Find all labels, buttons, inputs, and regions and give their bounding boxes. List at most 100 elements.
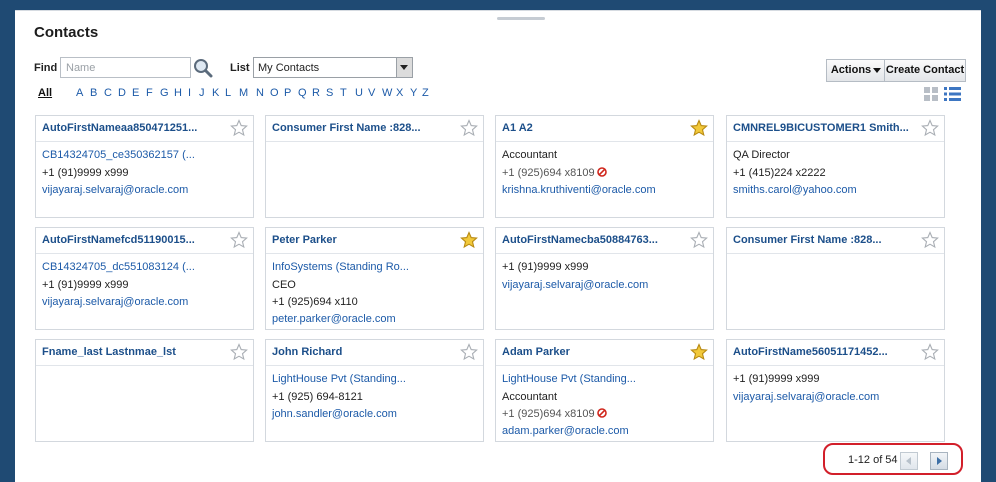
contact-detail-link[interactable]: adam.parker@oracle.com — [502, 425, 629, 437]
contact-detail-link[interactable]: InfoSystems (Standing Ro... — [272, 261, 409, 273]
alphabet-filter-z[interactable]: Z — [422, 87, 429, 99]
contact-detail-value: +1 (91)9999 x999 — [42, 279, 129, 291]
contact-card-header: Peter Parker — [266, 228, 483, 254]
star-filled-icon[interactable] — [460, 231, 478, 249]
contact-detail-value: vijayaraj.selvaraj@oracle.com — [42, 184, 189, 196]
contact-name-link[interactable]: Peter Parker — [272, 234, 452, 246]
star-outline-icon[interactable] — [921, 119, 939, 137]
alphabet-filter-s[interactable]: S — [326, 87, 333, 99]
alphabet-filter-d[interactable]: D — [118, 87, 126, 99]
alphabet-filter-i[interactable]: I — [188, 87, 191, 99]
contact-detail-link[interactable]: peter.parker@oracle.com — [272, 313, 396, 325]
contact-name-link[interactable]: A1 A2 — [502, 122, 682, 134]
alphabet-filter-j[interactable]: J — [199, 87, 205, 99]
alphabet-filter-y[interactable]: Y — [410, 87, 417, 99]
star-filled-icon[interactable] — [690, 343, 708, 361]
alphabet-filter-v[interactable]: V — [368, 87, 375, 99]
contact-detail-text: CEO — [272, 279, 296, 291]
contact-card[interactable]: Consumer First Name :828... — [265, 115, 484, 218]
contact-card[interactable]: Consumer First Name :828... — [726, 227, 945, 330]
alphabet-filter-k[interactable]: K — [212, 87, 219, 99]
contact-detail-link[interactable]: vijayaraj.selvaraj@oracle.com — [733, 391, 879, 403]
alphabet-filter-c[interactable]: C — [104, 87, 112, 99]
list-select[interactable]: My Contacts — [253, 57, 413, 78]
contact-card-header: AutoFirstNamefcd51190015... — [36, 228, 253, 254]
alphabet-filter-h[interactable]: H — [174, 87, 182, 99]
contact-name-link[interactable]: Consumer First Name :828... — [733, 234, 913, 246]
alphabet-filter-x[interactable]: X — [396, 87, 403, 99]
contact-name-link[interactable]: John Richard — [272, 346, 452, 358]
star-outline-icon[interactable] — [921, 343, 939, 361]
panel-drag-handle[interactable] — [497, 17, 545, 20]
contact-detail-link[interactable]: smiths.carol@yahoo.com — [733, 184, 857, 196]
alphabet-filter-m[interactable]: M — [239, 87, 248, 99]
star-outline-icon[interactable] — [460, 119, 478, 137]
alphabet-filter-l[interactable]: L — [225, 87, 231, 99]
alphabet-filter-n[interactable]: N — [256, 87, 264, 99]
alphabet-filter-w[interactable]: W — [382, 87, 392, 99]
contact-detail-text: +1 (925)694 x110 — [272, 296, 358, 308]
alphabet-filter-all[interactable]: All — [38, 87, 52, 99]
dropdown-arrow-icon[interactable] — [396, 58, 412, 77]
contact-card[interactable]: AutoFirstName56051171452... +1 (91)9999 x… — [726, 339, 945, 442]
contact-card-header: A1 A2 — [496, 116, 713, 142]
list-view-icon[interactable] — [944, 87, 961, 101]
contact-detail-link[interactable]: vijayaraj.selvaraj@oracle.com — [42, 184, 188, 196]
alphabet-filter-p[interactable]: P — [284, 87, 291, 99]
contact-detail-link[interactable]: john.sandler@oracle.com — [272, 408, 397, 420]
actions-menu-button[interactable]: Actions — [826, 59, 886, 82]
alphabet-filter-g[interactable]: G — [160, 87, 169, 99]
contact-detail-link[interactable]: LightHouse Pvt (Standing... — [272, 373, 406, 385]
contact-card[interactable]: CMNREL9BICUSTOMER1 Smith... QA Director +1… — [726, 115, 945, 218]
find-name-input[interactable] — [60, 57, 191, 78]
contact-detail-value: LightHouse Pvt (Standing... — [272, 373, 406, 385]
contact-detail-link[interactable]: krishna.kruthiventi@oracle.com — [502, 184, 656, 196]
contact-card[interactable]: Fname_last Lastnmae_lst — [35, 339, 254, 442]
contact-name-link[interactable]: AutoFirstNamecba50884763... — [502, 234, 682, 246]
search-icon[interactable] — [193, 58, 213, 78]
alphabet-filter-u[interactable]: U — [355, 87, 363, 99]
contact-detail-text: Accountant — [502, 391, 557, 403]
contact-card[interactable]: John Richard LightHouse Pvt (Standing... +… — [265, 339, 484, 442]
alphabet-filter-b[interactable]: B — [90, 87, 97, 99]
create-contact-button[interactable]: Create Contact — [884, 59, 966, 82]
contact-name-link[interactable]: Fname_last Lastnmae_lst — [42, 346, 222, 358]
next-page-icon[interactable] — [930, 452, 948, 470]
contact-name-link[interactable]: AutoFirstNameaa850471251... — [42, 122, 222, 134]
contact-card[interactable]: Peter Parker InfoSystems (Standing Ro... C… — [265, 227, 484, 330]
alphabet-filter-o[interactable]: O — [270, 87, 279, 99]
alphabet-filter-t[interactable]: T — [340, 87, 347, 99]
contact-detail-link[interactable]: CB14324705_ce350362157 (... — [42, 149, 195, 161]
contact-name-link[interactable]: AutoFirstName56051171452... — [733, 346, 913, 358]
contact-detail-value: +1 (91)9999 x999 — [42, 167, 129, 179]
contact-card[interactable]: Adam Parker LightHouse Pvt (Standing... Ac… — [495, 339, 714, 442]
contact-detail-link[interactable]: CB14324705_dc551083124 (... — [42, 261, 195, 273]
contact-card[interactable]: A1 A2 Accountant +1 (925)694 x8109 krishna.… — [495, 115, 714, 218]
star-outline-icon[interactable] — [230, 231, 248, 249]
previous-page-icon[interactable] — [900, 452, 918, 470]
star-outline-icon[interactable] — [230, 119, 248, 137]
alphabet-filter-f[interactable]: F — [146, 87, 153, 99]
contact-card[interactable]: AutoFirstNamefcd51190015... CB14324705_dc… — [35, 227, 254, 330]
contact-name-link[interactable]: Consumer First Name :828... — [272, 122, 452, 134]
alphabet-filter-e[interactable]: E — [132, 87, 139, 99]
contact-name-link[interactable]: Adam Parker — [502, 346, 682, 358]
alphabet-filter-a[interactable]: A — [76, 87, 83, 99]
alphabet-filter-r[interactable]: R — [312, 87, 320, 99]
pagination-range: 1-12 of 54 — [848, 454, 898, 466]
contact-detail-link[interactable]: vijayaraj.selvaraj@oracle.com — [502, 279, 648, 291]
contact-name-link[interactable]: CMNREL9BICUSTOMER1 Smith... — [733, 122, 913, 134]
contact-name-link[interactable]: AutoFirstNamefcd51190015... — [42, 234, 222, 246]
contact-card-header: John Richard — [266, 340, 483, 366]
grid-view-icon[interactable] — [924, 87, 938, 101]
contact-card[interactable]: AutoFirstNamecba50884763... +1 (91)9999 x… — [495, 227, 714, 330]
star-outline-icon[interactable] — [921, 231, 939, 249]
star-filled-icon[interactable] — [690, 119, 708, 137]
star-outline-icon[interactable] — [230, 343, 248, 361]
contact-detail-link[interactable]: vijayaraj.selvaraj@oracle.com — [42, 296, 188, 308]
star-outline-icon[interactable] — [460, 343, 478, 361]
alphabet-filter-q[interactable]: Q — [298, 87, 307, 99]
star-outline-icon[interactable] — [690, 231, 708, 249]
contact-card[interactable]: AutoFirstNameaa850471251... CB14324705_ce… — [35, 115, 254, 218]
contact-detail-link[interactable]: LightHouse Pvt (Standing... — [502, 373, 636, 385]
